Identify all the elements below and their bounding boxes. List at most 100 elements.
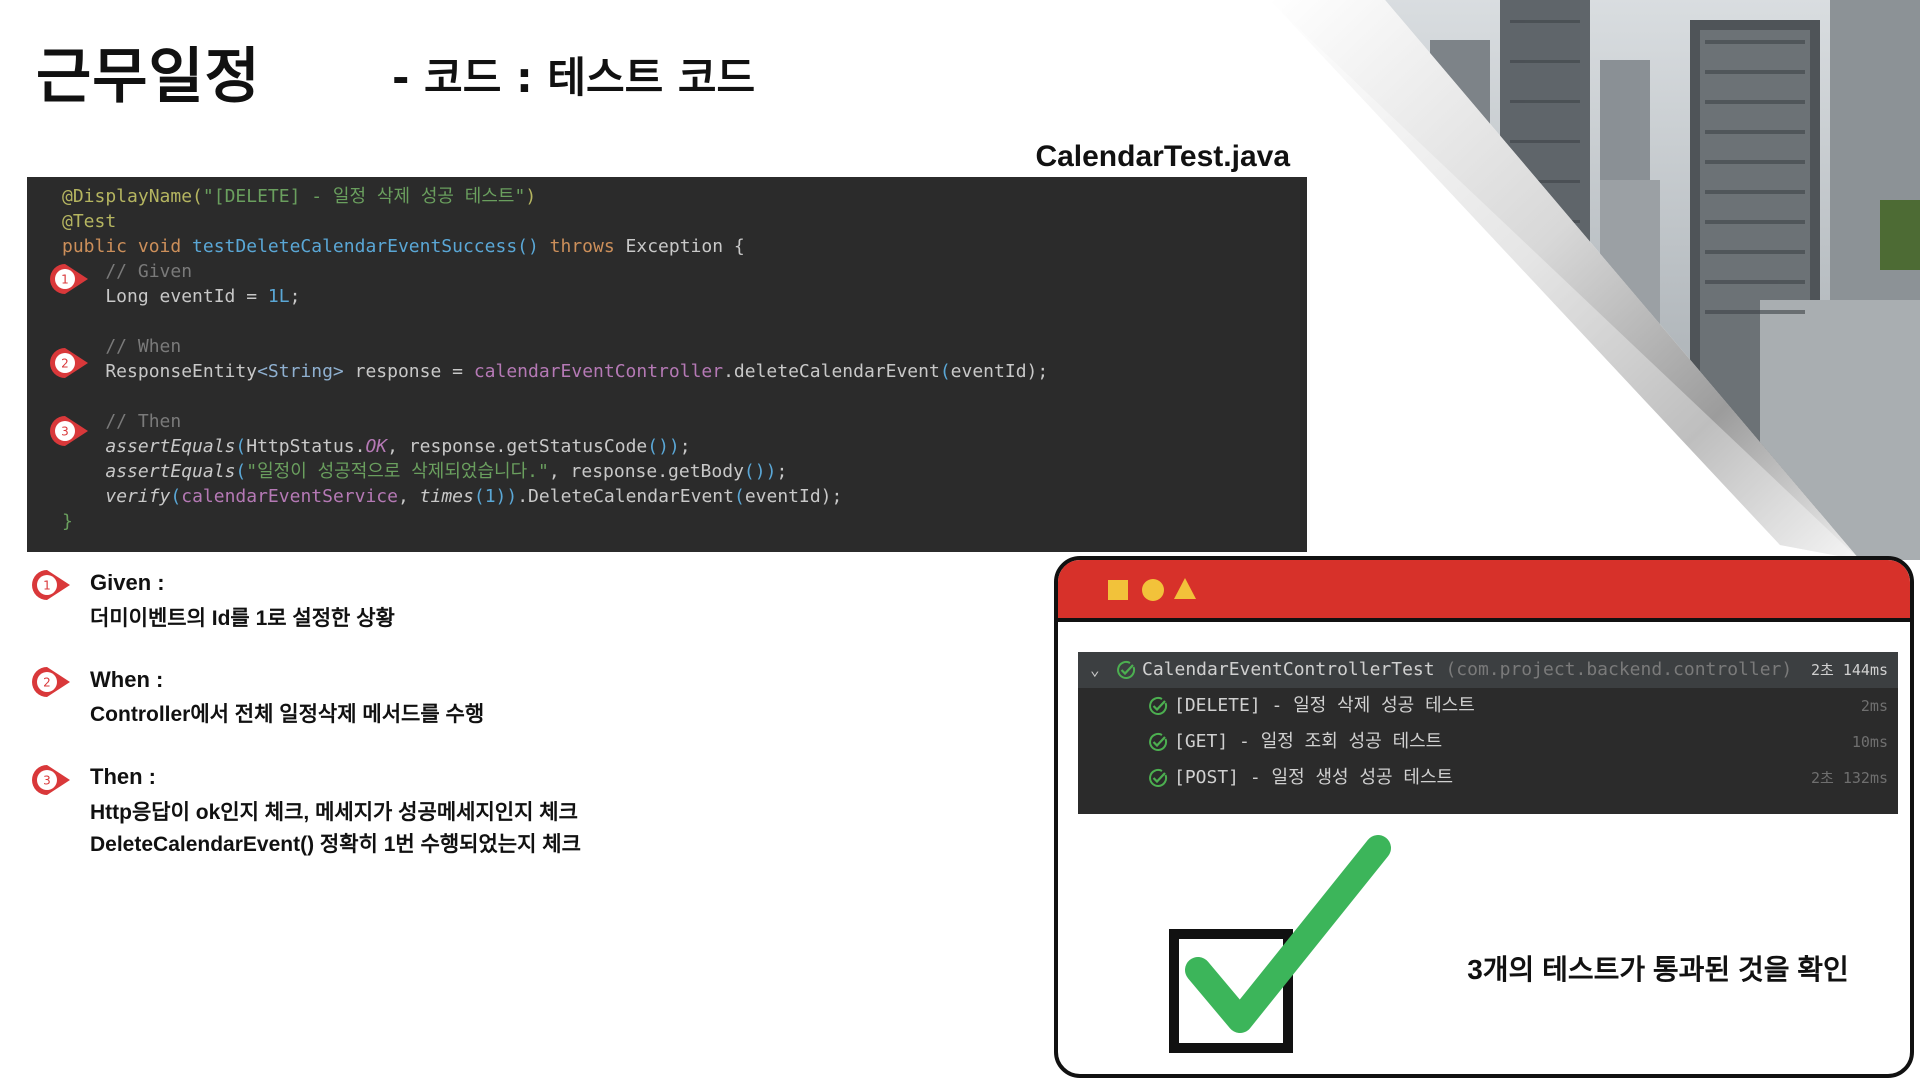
- step-2-heading: When :: [90, 667, 164, 692]
- test-row[interactable]: [GET] - 일정 조회 성공 테스트 10ms: [1078, 724, 1898, 760]
- check-circle-icon: [1149, 768, 1168, 787]
- code-token: ): [525, 186, 537, 207]
- page-title: 근무일정: [36, 42, 261, 112]
- step-marker-2-icon: 2: [50, 348, 88, 378]
- code-token: public void: [62, 236, 193, 257]
- code-token: );: [820, 486, 843, 507]
- code-token: testDeleteCalendarEventSuccess: [192, 236, 518, 257]
- code-token: .DeleteCalendarEvent: [517, 486, 734, 507]
- code-token: .deleteCalendarEvent: [723, 361, 940, 382]
- code-token: ;: [289, 286, 301, 307]
- code-token: OK: [365, 436, 388, 457]
- check-circle-icon: [1149, 732, 1168, 751]
- test-suite-package: (com.project.backend.controller): [1445, 659, 1793, 680]
- code-line: verify(calendarEventService, times(1)).D…: [62, 485, 842, 509]
- code-editor-panel: @DisplayName("[DELETE] - 일정 삭제 성공 테스트") @…: [27, 177, 1307, 552]
- check-circle-icon: [1149, 696, 1168, 715]
- step-1-heading: Given :: [90, 570, 165, 595]
- code-token: @DisplayName(: [62, 186, 203, 207]
- code-token: throws: [549, 236, 626, 257]
- code-file-name: CalendarTest.java: [1035, 140, 1290, 173]
- svg-text:3: 3: [61, 425, 69, 439]
- step-marker-1-icon: 1: [32, 570, 70, 600]
- test-time: 2ms: [1860, 697, 1888, 715]
- code-line: assertEquals("일정이 성공적으로 삭제되었습니다.", respo…: [62, 460, 787, 484]
- test-result-window: ⌄ CalendarEventControllerTest (com.proje…: [1054, 556, 1914, 1078]
- triangle-icon[interactable]: [1174, 578, 1196, 599]
- code-token: assertEquals: [105, 436, 236, 457]
- step-3-heading: Then :: [90, 764, 156, 789]
- code-token: (): [517, 236, 550, 257]
- code-token: <String>: [257, 361, 344, 382]
- test-name: [DELETE] - 일정 삭제 성공 테스트: [1174, 695, 1475, 716]
- code-line: public void testDeleteCalendarEventSucce…: [62, 235, 745, 259]
- code-token: ()): [647, 436, 680, 457]
- check-circle-icon: [1117, 660, 1136, 679]
- code-token: "일정이 성공적으로 삭제되었습니다.": [246, 461, 549, 482]
- circle-icon[interactable]: [1142, 579, 1164, 601]
- code-token: times: [419, 486, 474, 507]
- code-token: (: [939, 361, 951, 382]
- svg-text:1: 1: [43, 579, 51, 593]
- test-time: 2초 132ms: [1810, 769, 1888, 787]
- code-token: Exception {: [625, 236, 745, 257]
- svg-text:2: 2: [61, 357, 69, 371]
- step-marker-2-icon: 2: [32, 667, 70, 697]
- code-token: (1)): [473, 486, 518, 507]
- code-token: }: [62, 511, 73, 532]
- checkbox-check-icon: [1169, 835, 1391, 1053]
- code-token: , response.getBody: [548, 461, 744, 482]
- code-token: (: [235, 436, 247, 457]
- step-3-description-line-1: Http응답이 ok인지 체크, 메세지가 성공메세지인지 체크: [90, 801, 578, 824]
- test-suite-row[interactable]: ⌄ CalendarEventControllerTest (com.proje…: [1078, 652, 1898, 688]
- code-token: );: [1026, 361, 1049, 382]
- code-token: response =: [343, 361, 474, 382]
- code-token: Long eventId =: [62, 286, 268, 307]
- chevron-down-icon[interactable]: ⌄: [1090, 652, 1100, 688]
- code-token: ()): [743, 461, 777, 482]
- page-subtitle: - 코드 : 테스트 코드: [392, 53, 756, 102]
- code-token: calendarEventService: [181, 486, 398, 507]
- code-token: HttpStatus.: [246, 436, 366, 457]
- svg-text:2: 2: [43, 676, 51, 690]
- code-token: (: [733, 486, 745, 507]
- code-token: 1L: [267, 286, 290, 307]
- code-line: @Test: [62, 210, 116, 234]
- step-marker-1-icon: 1: [50, 264, 88, 294]
- code-line: Long eventId = 1L;: [62, 285, 300, 309]
- code-line: assertEquals(HttpStatus.OK, response.get…: [62, 435, 691, 459]
- code-token: ,: [397, 486, 420, 507]
- step-3-description-line-2: DeleteCalendarEvent() 정확히 1번 수행되었는지 체크: [90, 833, 581, 856]
- test-row[interactable]: [DELETE] - 일정 삭제 성공 테스트 2ms: [1078, 688, 1898, 724]
- svg-text:3: 3: [43, 774, 51, 788]
- test-name: [GET] - 일정 조회 성공 테스트: [1174, 731, 1443, 752]
- test-suite-time: 2초 144ms: [1810, 661, 1888, 679]
- code-line: ResponseEntity<String> response = calend…: [62, 360, 1048, 384]
- test-runner-panel: ⌄ CalendarEventControllerTest (com.proje…: [1078, 652, 1898, 814]
- test-time: 10ms: [1851, 733, 1888, 751]
- code-token: eventId: [950, 361, 1027, 382]
- code-token: calendarEventController: [473, 361, 724, 382]
- test-row[interactable]: [POST] - 일정 생성 성공 테스트 2초 132ms: [1078, 760, 1898, 796]
- square-icon[interactable]: [1108, 580, 1128, 600]
- code-token: (: [235, 461, 247, 482]
- svg-text:1: 1: [61, 273, 69, 287]
- code-token: eventId: [744, 486, 821, 507]
- code-token: @Test: [62, 211, 117, 232]
- code-token: ;: [776, 461, 788, 482]
- window-title-bar: [1058, 560, 1910, 622]
- step-1-description: 더미이벤트의 Id를 1로 설정한 상황: [90, 607, 395, 630]
- test-name: [POST] - 일정 생성 성공 테스트: [1174, 767, 1454, 788]
- step-marker-3-icon: 3: [32, 765, 70, 795]
- code-token: ;: [679, 436, 691, 457]
- step-marker-3-icon: 3: [50, 416, 88, 446]
- code-token: "[DELETE] - 일정 삭제 성공 테스트": [202, 186, 526, 207]
- tests-passed-message: 3개의 테스트가 통과된 것을 확인: [1467, 954, 1849, 985]
- test-suite-name: CalendarEventControllerTest: [1142, 659, 1435, 680]
- code-token: , response.getStatusCode: [387, 436, 648, 457]
- code-token: (: [170, 486, 182, 507]
- code-line: @DisplayName("[DELETE] - 일정 삭제 성공 테스트"): [62, 185, 536, 209]
- code-line: }: [62, 510, 73, 534]
